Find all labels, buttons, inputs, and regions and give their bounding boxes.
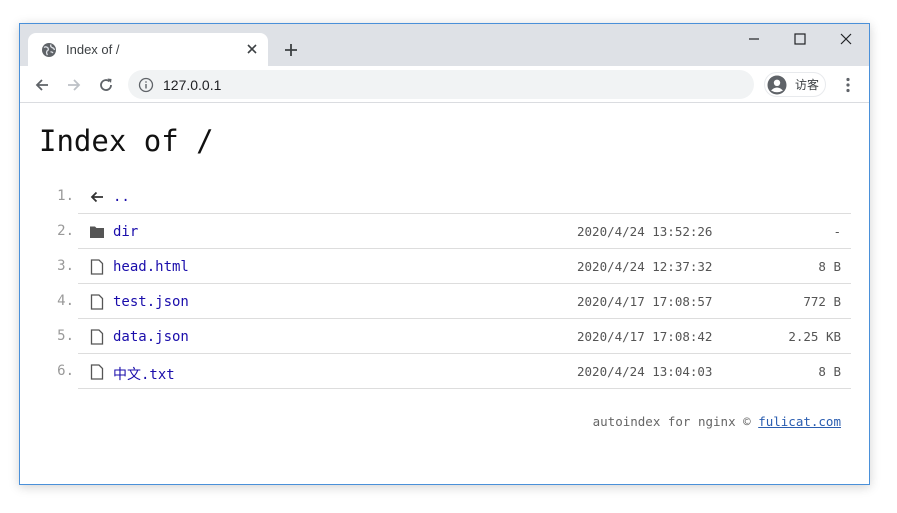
list-item[interactable]: 5. data.json 2020/4/17 17:08:42 2.25 KB — [57, 319, 851, 354]
file-icon — [90, 259, 104, 275]
url-text: 127.0.0.1 — [163, 76, 222, 93]
browser-window: Index of / 127.0.0.1 访客 Index of / 1. ..… — [19, 23, 870, 485]
profile-label: 访客 — [795, 78, 820, 92]
modified-time: 2020/4/17 17:08:42 — [577, 329, 713, 344]
maximize-icon — [794, 33, 806, 45]
footer-text: autoindex for nginx © — [592, 414, 751, 429]
close-icon — [247, 44, 257, 54]
page-content: Index of / 1. .. 2. dir 2020/4/24 13:52:… — [20, 104, 869, 484]
footer: autoindex for nginx © fulicat.com — [593, 414, 841, 429]
file-link[interactable]: 中文.txt — [113, 364, 175, 384]
list-item[interactable]: 2. dir 2020/4/24 13:52:26 - — [57, 214, 851, 249]
new-tab-button[interactable] — [280, 39, 302, 61]
file-size: 772 B — [803, 294, 841, 309]
reload-icon — [100, 78, 112, 91]
tab-close-button[interactable] — [244, 41, 260, 57]
toolbar: 127.0.0.1 访客 — [20, 66, 869, 103]
minimize-button[interactable] — [739, 28, 769, 50]
titlebar: Index of / — [20, 24, 869, 66]
row-number: 1. — [57, 188, 74, 204]
modified-time: 2020/4/17 17:08:57 — [577, 294, 713, 309]
list-item[interactable]: 6. 中文.txt 2020/4/24 13:04:03 8 B — [57, 354, 851, 389]
file-size: 2.25 KB — [788, 329, 841, 344]
row-number: 6. — [57, 363, 74, 379]
profile-button[interactable]: 访客 — [764, 72, 826, 97]
file-icon — [90, 364, 104, 380]
forward-button[interactable] — [62, 73, 86, 97]
tab-title: Index of / — [66, 42, 120, 57]
more-vertical-icon — [846, 77, 850, 93]
footer-link[interactable]: fulicat.com — [758, 414, 841, 429]
info-icon[interactable] — [138, 77, 154, 93]
file-link[interactable]: test.json — [113, 294, 189, 310]
close-icon — [840, 33, 852, 45]
arrow-left-icon — [35, 79, 48, 91]
row-number: 2. — [57, 223, 74, 239]
folder-icon — [90, 226, 104, 238]
modified-time: 2020/4/24 13:04:03 — [577, 364, 713, 379]
close-window-button[interactable] — [831, 28, 861, 50]
file-icon — [90, 329, 104, 345]
file-icon — [90, 294, 104, 310]
plus-icon — [285, 44, 297, 56]
page-title: Index of / — [39, 124, 214, 158]
arrow-left-icon — [90, 191, 103, 203]
row-number: 3. — [57, 258, 74, 274]
address-bar[interactable]: 127.0.0.1 — [128, 70, 754, 99]
reload-button[interactable] — [94, 73, 118, 97]
maximize-button[interactable] — [785, 28, 815, 50]
list-item[interactable]: 4. test.json 2020/4/17 17:08:57 772 B — [57, 284, 851, 319]
person-icon — [767, 75, 787, 94]
list-item[interactable]: 1. .. — [57, 179, 851, 214]
file-link[interactable]: head.html — [113, 259, 189, 275]
menu-button[interactable] — [838, 74, 858, 96]
parent-directory-link[interactable]: .. — [113, 189, 130, 205]
back-button[interactable] — [30, 73, 54, 97]
file-link[interactable]: data.json — [113, 329, 189, 345]
modified-time: 2020/4/24 12:37:32 — [577, 259, 713, 274]
minimize-icon — [749, 38, 759, 40]
globe-icon — [42, 42, 56, 57]
list-item[interactable]: 3. head.html 2020/4/24 12:37:32 8 B — [57, 249, 851, 284]
tab-index[interactable]: Index of / — [28, 33, 268, 66]
file-size: 8 B — [818, 259, 841, 274]
file-listing: 1. .. 2. dir 2020/4/24 13:52:26 - 3. hea… — [57, 179, 851, 389]
modified-time: 2020/4/24 13:52:26 — [577, 224, 713, 239]
file-size: 8 B — [818, 364, 841, 379]
row-number: 4. — [57, 293, 74, 309]
file-size: - — [833, 224, 841, 239]
file-link[interactable]: dir — [113, 224, 138, 240]
row-number: 5. — [57, 328, 74, 344]
arrow-right-icon — [68, 79, 81, 91]
